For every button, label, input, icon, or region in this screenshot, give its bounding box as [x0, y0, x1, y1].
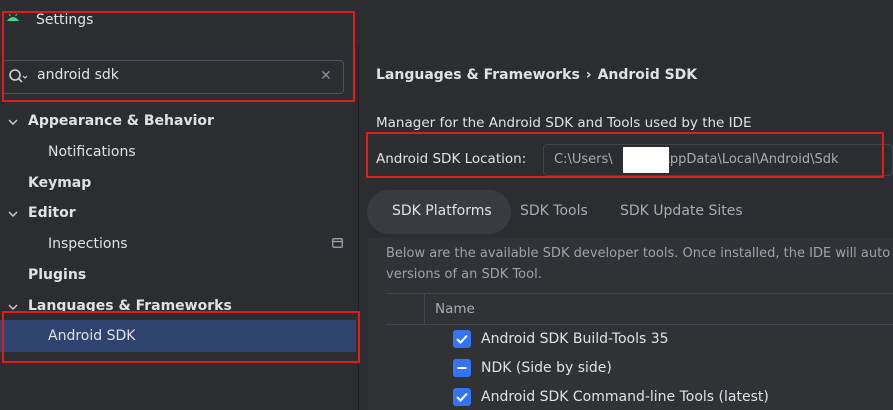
info-text-line-2: versions of an SDK Tool. — [386, 267, 542, 282]
table-column-separator[interactable] — [424, 293, 425, 325]
title-bar — [0, 0, 893, 46]
column-header-name[interactable]: Name — [435, 301, 475, 317]
table-row-label: Android SDK Build-Tools 35 — [481, 331, 669, 347]
breadcrumb-current: Android SDK — [597, 67, 698, 83]
sdk-path-prefix: C:\Users\ — [554, 152, 613, 167]
tree-item-appearance-behavior[interactable]: Appearance & Behavior — [28, 113, 214, 129]
android-studio-icon — [7, 13, 19, 21]
chevron-down-icon[interactable] — [8, 117, 18, 127]
table-row-label: NDK (Side by side) — [481, 360, 612, 376]
window-title: Settings — [36, 12, 94, 28]
tree-item-editor[interactable]: Editor — [28, 205, 76, 221]
checkbox-partial[interactable] — [453, 359, 471, 377]
tree-item-inspections[interactable]: Inspections — [48, 236, 128, 252]
check-icon — [456, 392, 468, 402]
breadcrumb-separator: › — [585, 67, 592, 83]
tree-item-android-sdk[interactable]: Android SDK — [48, 328, 135, 344]
tree-item-languages-frameworks[interactable]: Languages & Frameworks — [28, 298, 232, 314]
project-settings-icon — [332, 238, 343, 248]
tab-sdk-tools[interactable]: SDK Tools — [520, 203, 588, 219]
chevron-down-icon[interactable] — [8, 209, 18, 219]
table-row-label: Android SDK Command-line Tools (latest) — [481, 389, 769, 405]
sdk-location-label: Android SDK Location: — [376, 151, 527, 167]
checkbox-checked[interactable] — [453, 330, 471, 348]
dash-icon — [457, 367, 467, 369]
checkbox-checked[interactable] — [453, 388, 471, 406]
chevron-down-icon[interactable] — [8, 302, 18, 312]
search-icon[interactable] — [8, 68, 28, 86]
sdk-path-suffix: \AppData\Local\Android\Sdk — [656, 152, 839, 167]
redaction-box — [623, 147, 669, 173]
check-icon — [456, 334, 468, 344]
tree-item-keymap[interactable]: Keymap — [28, 175, 91, 191]
page-description: Manager for the Android SDK and Tools us… — [376, 115, 752, 131]
info-text-line-1: Below are the available SDK developer to… — [386, 246, 891, 261]
breadcrumb-parent[interactable]: Languages & Frameworks — [376, 67, 580, 83]
settings-tree-panel — [0, 46, 358, 410]
tab-sdk-update-sites[interactable]: SDK Update Sites — [620, 203, 743, 219]
search-input-value[interactable]: android sdk — [37, 67, 119, 83]
breadcrumb: Languages & Frameworks › Android SDK — [376, 67, 697, 83]
tree-item-notifications[interactable]: Notifications — [48, 144, 136, 160]
clear-search-icon[interactable]: ✕ — [320, 68, 332, 84]
tab-sdk-platforms[interactable]: SDK Platforms — [392, 203, 492, 219]
tree-item-plugins[interactable]: Plugins — [28, 267, 86, 283]
sdk-location-value[interactable]: C:\Users\ \AppData\Local\Android\Sdk — [554, 152, 839, 167]
